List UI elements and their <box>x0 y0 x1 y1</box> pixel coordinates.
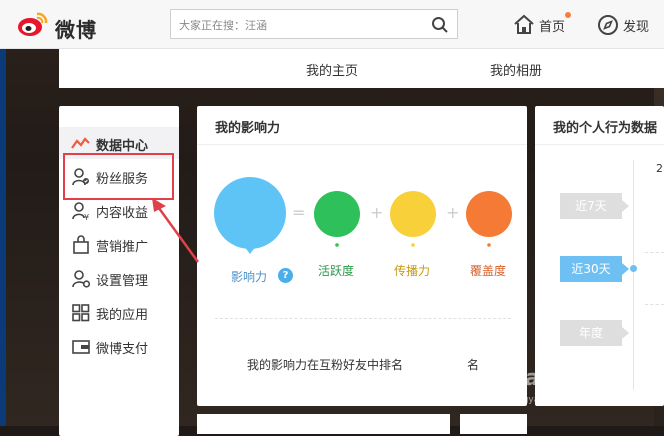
timeline-axis <box>633 160 634 390</box>
baidu-watermark-url: jingyan.baidu.com <box>512 395 596 405</box>
bottom-card-left <box>197 414 450 434</box>
search-box <box>170 9 458 39</box>
chart-line-icon <box>71 137 90 149</box>
dashed-gridline <box>645 304 664 305</box>
tab-my-album[interactable]: 我的相册 <box>490 60 542 79</box>
svg-text:¥: ¥ <box>84 213 89 221</box>
home-icon <box>514 14 534 34</box>
dashed-gridline <box>645 252 664 253</box>
metric-spread-label: 传播力 <box>394 264 431 278</box>
notification-dot <box>565 12 571 18</box>
period-30-days[interactable]: 近30天 <box>560 256 629 282</box>
sidebar-item-weibo-pay[interactable]: 微博支付 <box>59 330 179 362</box>
metric-spread-balloon <box>390 191 436 247</box>
weibo-logo-icon <box>18 12 48 36</box>
sidebar-item-label: 数据中心 <box>96 139 149 154</box>
influence-metrics-graphic <box>214 177 512 254</box>
weibo-logo[interactable]: 微博 <box>17 9 105 42</box>
help-icon[interactable]: ? <box>278 268 293 283</box>
period-7-days[interactable]: 近7天 <box>560 193 629 219</box>
divider <box>197 144 527 145</box>
sidebar-item-label: 设置管理 <box>96 274 149 289</box>
top-navigation-bar: 微博 首页 发现 <box>0 0 664 49</box>
apps-grid-icon <box>72 304 90 322</box>
profile-tabs-bar: 我的主页 我的相册 <box>59 48 664 88</box>
influence-rank-text: 我的影响力在互粉好友中排名 <box>247 358 404 372</box>
bag-icon <box>73 235 89 254</box>
sidebar-item-label: 微博支付 <box>96 342 149 357</box>
metric-activity-label: 活跃度 <box>318 264 355 278</box>
plus-operator: + <box>446 203 460 222</box>
search-icon[interactable] <box>431 16 449 34</box>
metric-influence-label: 影响力 <box>231 270 268 284</box>
nav-home-label: 首页 <box>539 20 566 35</box>
compass-icon <box>598 15 618 35</box>
timeline-marker <box>630 265 637 272</box>
period-year[interactable]: 年度 <box>560 320 629 346</box>
wallet-icon <box>72 340 90 354</box>
divider <box>535 144 664 145</box>
red-arrow-annotation <box>152 198 200 263</box>
metric-coverage-balloon <box>466 191 512 247</box>
plus-operator: + <box>370 203 384 222</box>
nav-discover-label: 发现 <box>623 20 650 35</box>
metric-activity-balloon <box>314 191 360 247</box>
influence-card-title: 我的影响力 <box>215 121 281 136</box>
metric-coverage-label: 覆盖度 <box>470 264 507 278</box>
search-input[interactable] <box>177 14 421 36</box>
income-icon: ¥ <box>72 202 89 221</box>
dashed-divider <box>215 318 511 319</box>
baidu-watermark: Bai 经验 <box>508 366 599 391</box>
logo-text: 微博 <box>55 18 97 42</box>
influence-rank-suffix: 名 <box>467 358 480 372</box>
equals-operator: = <box>292 203 306 222</box>
metric-influence-balloon <box>214 177 286 254</box>
sidebar-item-label: 我的应用 <box>96 308 149 323</box>
settings-user-icon <box>72 270 91 288</box>
tab-my-homepage[interactable]: 我的主页 <box>306 60 358 79</box>
bottom-card-mid <box>460 414 527 434</box>
sidebar-item-my-apps[interactable]: 我的应用 <box>59 296 179 328</box>
behavior-card-title: 我的个人行为数据 <box>553 121 658 136</box>
behavior-value: 2 <box>656 162 663 175</box>
